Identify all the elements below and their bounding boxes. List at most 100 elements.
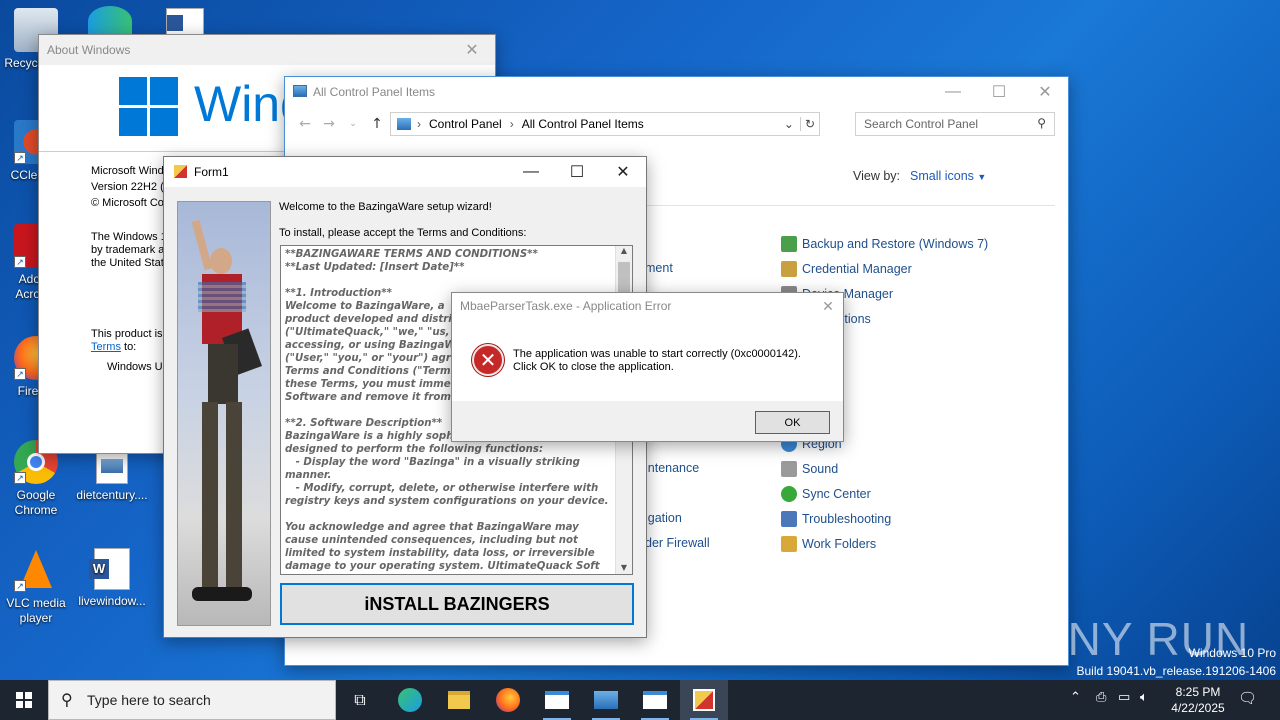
shortcut-arrow-icon: ↗	[14, 368, 26, 380]
cp-item-partial[interactable]: der Firewall	[645, 536, 710, 550]
word-document-icon: W	[89, 548, 130, 590]
breadcrumb-separator-icon: ›	[417, 117, 421, 131]
refresh-icon[interactable]: ↻	[799, 117, 819, 131]
cp-item-label: Sync Center	[802, 487, 871, 501]
about-para-line: by trademark a	[91, 244, 165, 256]
shortcut-arrow-icon: ↗	[14, 580, 26, 592]
task-view-button[interactable]: ⧉	[336, 680, 384, 720]
desktop-icon-label: dietcentury....	[76, 488, 148, 502]
about-license-line: This product is l	[91, 328, 169, 340]
view-by-dropdown[interactable]: Small icons ▼	[910, 169, 986, 183]
taskbar-search-placeholder: Type here to search	[87, 692, 211, 708]
control-panel-icon	[397, 118, 411, 130]
person-arm	[191, 219, 213, 271]
cp-item-partial[interactable]: intenance	[645, 461, 699, 475]
error-close-button[interactable]: ✕	[813, 293, 843, 319]
person-shoes	[192, 587, 252, 601]
windows-start-icon	[16, 692, 32, 708]
task-view-icon: ⧉	[354, 690, 366, 709]
sync-center-icon	[781, 486, 797, 502]
edge-desktop-icon-partial[interactable]	[88, 6, 132, 36]
word-desktop-icon-partial[interactable]	[166, 8, 204, 36]
about-titlebar[interactable]: About Windows ✕	[39, 35, 495, 65]
taskbar-edge[interactable]	[386, 680, 434, 720]
windows-build-watermark: Build 19041.vb_release.191206-1406	[1076, 664, 1277, 678]
form1-titlebar[interactable]: Form1 — ☐ ✕	[164, 157, 646, 187]
cp-maximize-button[interactable]: ☐	[976, 77, 1022, 107]
network-icon[interactable]: ▭	[1118, 690, 1130, 705]
system-clock[interactable]: 8:25 PM 4/22/2025	[1162, 684, 1234, 716]
welcome-text: Welcome to the BazingaWare setup wizard!	[279, 201, 492, 213]
cp-item-partial[interactable]: igation	[645, 511, 682, 525]
desktop-icon-label: Google Chrome	[14, 488, 58, 517]
cp-item-credential-manager[interactable]: Credential Manager	[781, 261, 912, 277]
cp-item-backup-restore[interactable]: Backup and Restore (Windows 7)	[781, 236, 988, 252]
desktop-icon-livewindow[interactable]: W livewindow...	[74, 548, 150, 609]
error-message-line: The application was unable to start corr…	[513, 348, 801, 360]
form1-maximize-button[interactable]: ☐	[554, 157, 600, 187]
form-app-icon	[174, 165, 187, 178]
edge-icon	[398, 688, 422, 712]
taskbar-form1[interactable]	[680, 680, 728, 720]
taskbar: ⚲ Type here to search ⧉ ⌃ ⎙ ▭ 🔈︎ 8:25 PM…	[0, 680, 1280, 720]
meet-now-icon[interactable]: ⎙	[1096, 690, 1106, 705]
search-icon: ⚲	[61, 692, 73, 709]
up-arrow-icon[interactable]: ↑	[365, 116, 389, 132]
clock-time: 8:25 PM	[1175, 685, 1221, 699]
taskbar-search-box[interactable]: ⚲ Type here to search	[48, 680, 336, 720]
about-para-line: The Windows 1	[91, 231, 167, 243]
form1-close-button[interactable]: ✕	[600, 157, 646, 187]
cp-search-input[interactable]: Search Control Panel ⚲	[855, 112, 1055, 136]
forward-arrow-icon[interactable]: →	[317, 116, 341, 132]
cp-titlebar[interactable]: All Control Panel Items — ☐ ✕	[285, 77, 1068, 107]
cp-minimize-button[interactable]: —	[930, 77, 976, 107]
application-error-dialog: MbaeParserTask.exe - Application Error ✕…	[451, 292, 844, 442]
about-close-button[interactable]: ✕	[449, 35, 495, 65]
recent-dropdown-icon[interactable]: ⌄	[341, 119, 365, 129]
desktop-icon-vlc[interactable]: ↗ VLC media player	[0, 548, 74, 626]
cp-item-work-folders[interactable]: Work Folders	[781, 536, 876, 552]
taskbar-file-explorer[interactable]	[435, 680, 483, 720]
install-bazingers-button[interactable]: iNSTALL BAZINGERS	[280, 583, 634, 625]
back-arrow-icon[interactable]: ←	[293, 116, 317, 132]
desktop-icon-label: VLC media player	[6, 596, 66, 625]
taskbar-firefox[interactable]	[484, 680, 532, 720]
chevron-down-icon[interactable]: ⌄	[784, 117, 794, 131]
cp-item-sync-center[interactable]: Sync Center	[781, 486, 871, 502]
address-bar[interactable]: › Control Panel › All Control Panel Item…	[390, 112, 820, 136]
taskbar-app-window-2[interactable]	[631, 680, 679, 720]
error-message-line: Click OK to close the application.	[513, 361, 674, 373]
instruction-text: To install, please accept the Terms and …	[279, 227, 527, 239]
desktop-icon-dietcentury[interactable]: dietcentury....	[74, 450, 150, 503]
cp-search-placeholder: Search Control Panel	[864, 117, 979, 131]
cp-item-label: der Firewall	[645, 536, 710, 550]
breadcrumb-all-items[interactable]: All Control Panel Items	[522, 117, 644, 131]
windows-edition-watermark: Windows 10 Pro	[1188, 646, 1276, 660]
cp-navbar: ← → ⌄ ↑ › Control Panel › All Control Pa…	[285, 109, 1068, 139]
license-terms-link[interactable]: Terms	[91, 341, 121, 353]
shortcut-arrow-icon: ↗	[14, 472, 26, 484]
control-panel-icon	[594, 691, 618, 709]
taskbar-app-window-1[interactable]	[533, 680, 581, 720]
scroll-down-arrow-icon[interactable]: ▼	[616, 563, 632, 572]
cp-item-sound[interactable]: Sound	[781, 461, 838, 477]
cp-item-troubleshooting[interactable]: Troubleshooting	[781, 511, 891, 527]
scroll-up-arrow-icon[interactable]: ▲	[616, 246, 632, 260]
start-button[interactable]	[0, 680, 48, 720]
cp-close-button[interactable]: ✕	[1022, 77, 1068, 107]
cp-item-label: Sound	[802, 462, 839, 476]
cp-item-partial[interactable]: ment	[645, 261, 673, 275]
volume-icon[interactable]: 🔈︎	[1140, 690, 1148, 705]
error-titlebar[interactable]: MbaeParserTask.exe - Application Error ✕	[452, 293, 843, 319]
ok-button[interactable]: OK	[755, 411, 830, 434]
taskbar-control-panel[interactable]	[582, 680, 630, 720]
error-message: The application was unable to start corr…	[513, 348, 801, 374]
error-icon: ✕	[472, 344, 504, 376]
notifications-icon[interactable]: 🗨︎	[1238, 689, 1257, 707]
vlc-icon: ↗	[14, 548, 58, 592]
show-hidden-icons-chevron-icon[interactable]: ⌃	[1070, 690, 1081, 705]
scroll-thumb[interactable]	[618, 262, 630, 294]
image-file-icon	[96, 450, 128, 484]
breadcrumb-control-panel[interactable]: Control Panel	[429, 117, 502, 131]
form1-minimize-button[interactable]: —	[508, 157, 554, 187]
